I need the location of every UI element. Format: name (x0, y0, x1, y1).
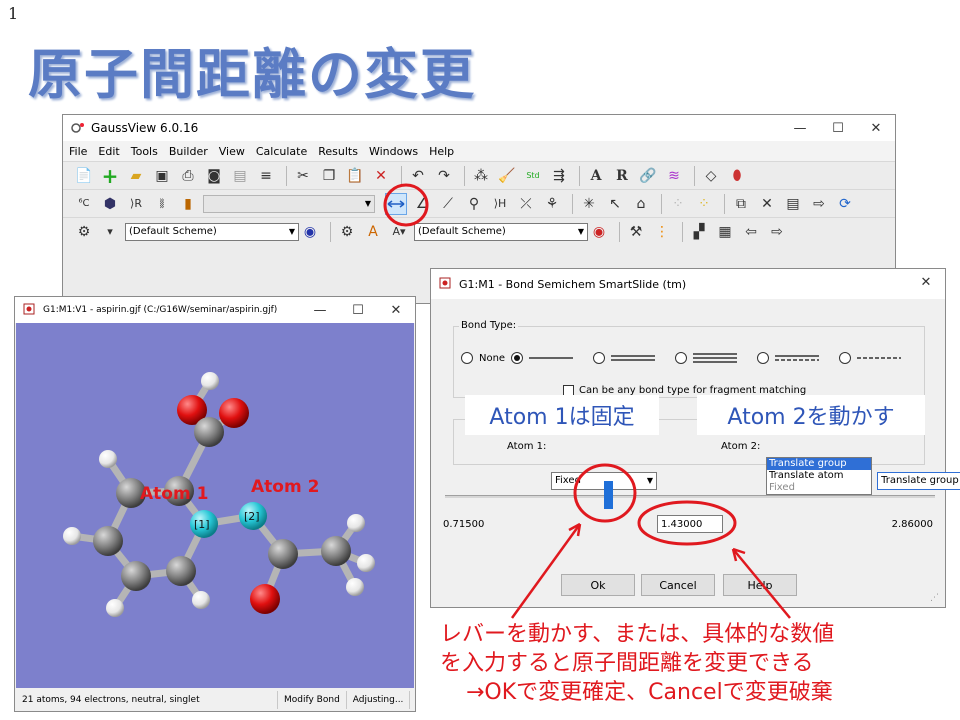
caption-line-3: →OKで変更確定、Cancelで変更破棄 (466, 680, 833, 705)
arrow-to-slider (510, 523, 582, 619)
caption-line-2: を入力すると原子間距離を変更できる (440, 651, 814, 676)
highlight-circle-input (637, 500, 737, 546)
arrow-to-input (732, 548, 791, 619)
annotation-overlay (510, 463, 791, 619)
highlight-circle-slider (573, 463, 637, 523)
caption: レバーを動かす、または、具体的な数値 を入力すると原子間距離を変更できる →OK… (440, 620, 955, 707)
caption-line-1: レバーを動かす、または、具体的な数値 (440, 622, 835, 647)
